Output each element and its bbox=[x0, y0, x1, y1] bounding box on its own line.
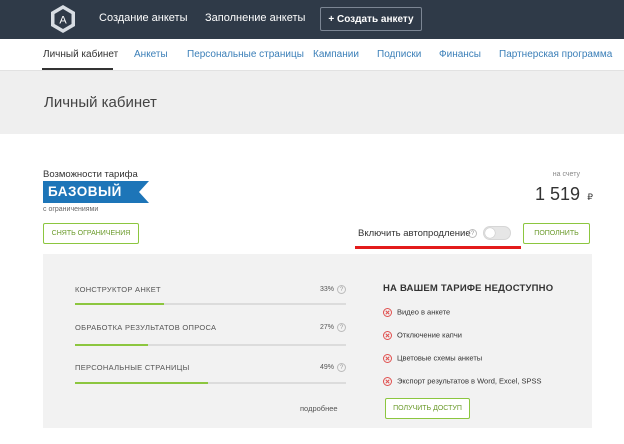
active-tab-underline bbox=[42, 68, 113, 70]
tariff-features-panel: КОНСТРУКТОР АНКЕТ 33% ? ОБРАБОТКА РЕЗУЛЬ… bbox=[43, 254, 592, 428]
x-circle-icon bbox=[383, 330, 392, 340]
tab-partner-program[interactable]: Партнерская программа bbox=[499, 49, 612, 60]
svg-text:A: A bbox=[59, 15, 67, 27]
page-header: Личный кабинет bbox=[0, 71, 624, 134]
more-details-link[interactable]: подробнее bbox=[300, 404, 338, 413]
toggle-knob bbox=[485, 228, 495, 238]
feature-percent: 49% bbox=[320, 364, 335, 371]
unavailable-item: Видео в анкете bbox=[383, 307, 450, 317]
tab-personal-pages[interactable]: Персональные страницы bbox=[187, 49, 304, 60]
remove-limits-button[interactable]: СНЯТЬ ОГРАНИЧЕНИЯ bbox=[43, 223, 139, 244]
feature-progress-fill bbox=[75, 344, 149, 346]
create-survey-button[interactable]: + Создать анкету bbox=[320, 7, 422, 31]
unavailable-item-label: Отключение капчи bbox=[397, 330, 462, 340]
unavailable-item: Экспорт результатов в Word, Excel, SPSS bbox=[383, 376, 542, 386]
feature-name: ОБРАБОТКА РЕЗУЛЬТАТОВ ОПРОСА bbox=[75, 323, 217, 332]
unavailable-item: Отключение капчи bbox=[383, 330, 462, 340]
feature-percent: 27% bbox=[320, 324, 335, 331]
sub-navigation: Личный кабинет Анкеты Персональные стран… bbox=[0, 39, 624, 71]
x-circle-icon bbox=[383, 353, 392, 363]
help-circle-icon[interactable]: ? bbox=[337, 323, 346, 332]
topup-button[interactable]: ПОПОЛНИТЬ bbox=[523, 223, 590, 244]
balance-label: на счету bbox=[552, 171, 580, 178]
feature-progress-bar bbox=[75, 303, 346, 305]
feature-progress-fill bbox=[75, 303, 165, 305]
feature-name: КОНСТРУКТОР АНКЕТ bbox=[75, 285, 161, 294]
feature-name: ПЕРСОНАЛЬНЫЕ СТРАНИЦЫ bbox=[75, 363, 190, 372]
help-circle-icon[interactable]: ? bbox=[468, 229, 477, 238]
logo-icon[interactable]: A bbox=[48, 4, 78, 34]
feature-progress-bar bbox=[75, 382, 346, 384]
tariff-subtitle: с ограничениями bbox=[43, 206, 99, 213]
feature-progress-bar bbox=[75, 344, 346, 346]
top-header: A Создание анкеты Заполнение анкеты + Со… bbox=[0, 0, 624, 39]
x-circle-icon bbox=[383, 376, 392, 386]
feature-percent: 33% bbox=[320, 286, 335, 293]
tab-finance[interactable]: Финансы bbox=[439, 49, 481, 60]
tariff-label: Возможности тарифа bbox=[43, 169, 138, 180]
x-circle-icon bbox=[383, 307, 392, 317]
unavailable-item-label: Экспорт результатов в Word, Excel, SPSS bbox=[397, 376, 542, 386]
unavailable-title: НА ВАШЕМ ТАРИФЕ НЕДОСТУПНО bbox=[383, 283, 554, 294]
unavailable-item-label: Видео в анкете bbox=[397, 307, 451, 317]
tab-personal-account[interactable]: Личный кабинет bbox=[43, 49, 118, 60]
autorenew-toggle[interactable] bbox=[483, 226, 511, 240]
help-circle-icon[interactable]: ? bbox=[337, 363, 346, 372]
tab-surveys[interactable]: Анкеты bbox=[134, 49, 168, 60]
feature-progress-fill bbox=[75, 382, 208, 384]
tab-campaigns[interactable]: Кампании bbox=[313, 49, 359, 60]
currency-symbol: ₽ bbox=[587, 192, 593, 202]
autorenew-label: Включить автопродление bbox=[358, 228, 471, 239]
tariff-name: БАЗОВЫЙ bbox=[48, 184, 122, 199]
help-circle-icon[interactable]: ? bbox=[337, 285, 346, 294]
unavailable-item: Цветовые схемы анкеты bbox=[383, 353, 482, 363]
tab-subscriptions[interactable]: Подписки bbox=[377, 49, 421, 60]
balance-value: 1 519 bbox=[534, 184, 580, 204]
get-access-button[interactable]: ПОЛУЧИТЬ ДОСТУП bbox=[385, 398, 470, 419]
page-title: Личный кабинет bbox=[44, 94, 157, 111]
unavailable-item-label: Цветовые схемы анкеты bbox=[397, 353, 483, 363]
tariff-badge: БАЗОВЫЙ bbox=[43, 181, 149, 203]
nav-link-fill-survey[interactable]: Заполнение анкеты bbox=[205, 12, 305, 24]
nav-link-create-survey[interactable]: Создание анкеты bbox=[99, 12, 188, 24]
highlight-underline bbox=[355, 246, 521, 249]
